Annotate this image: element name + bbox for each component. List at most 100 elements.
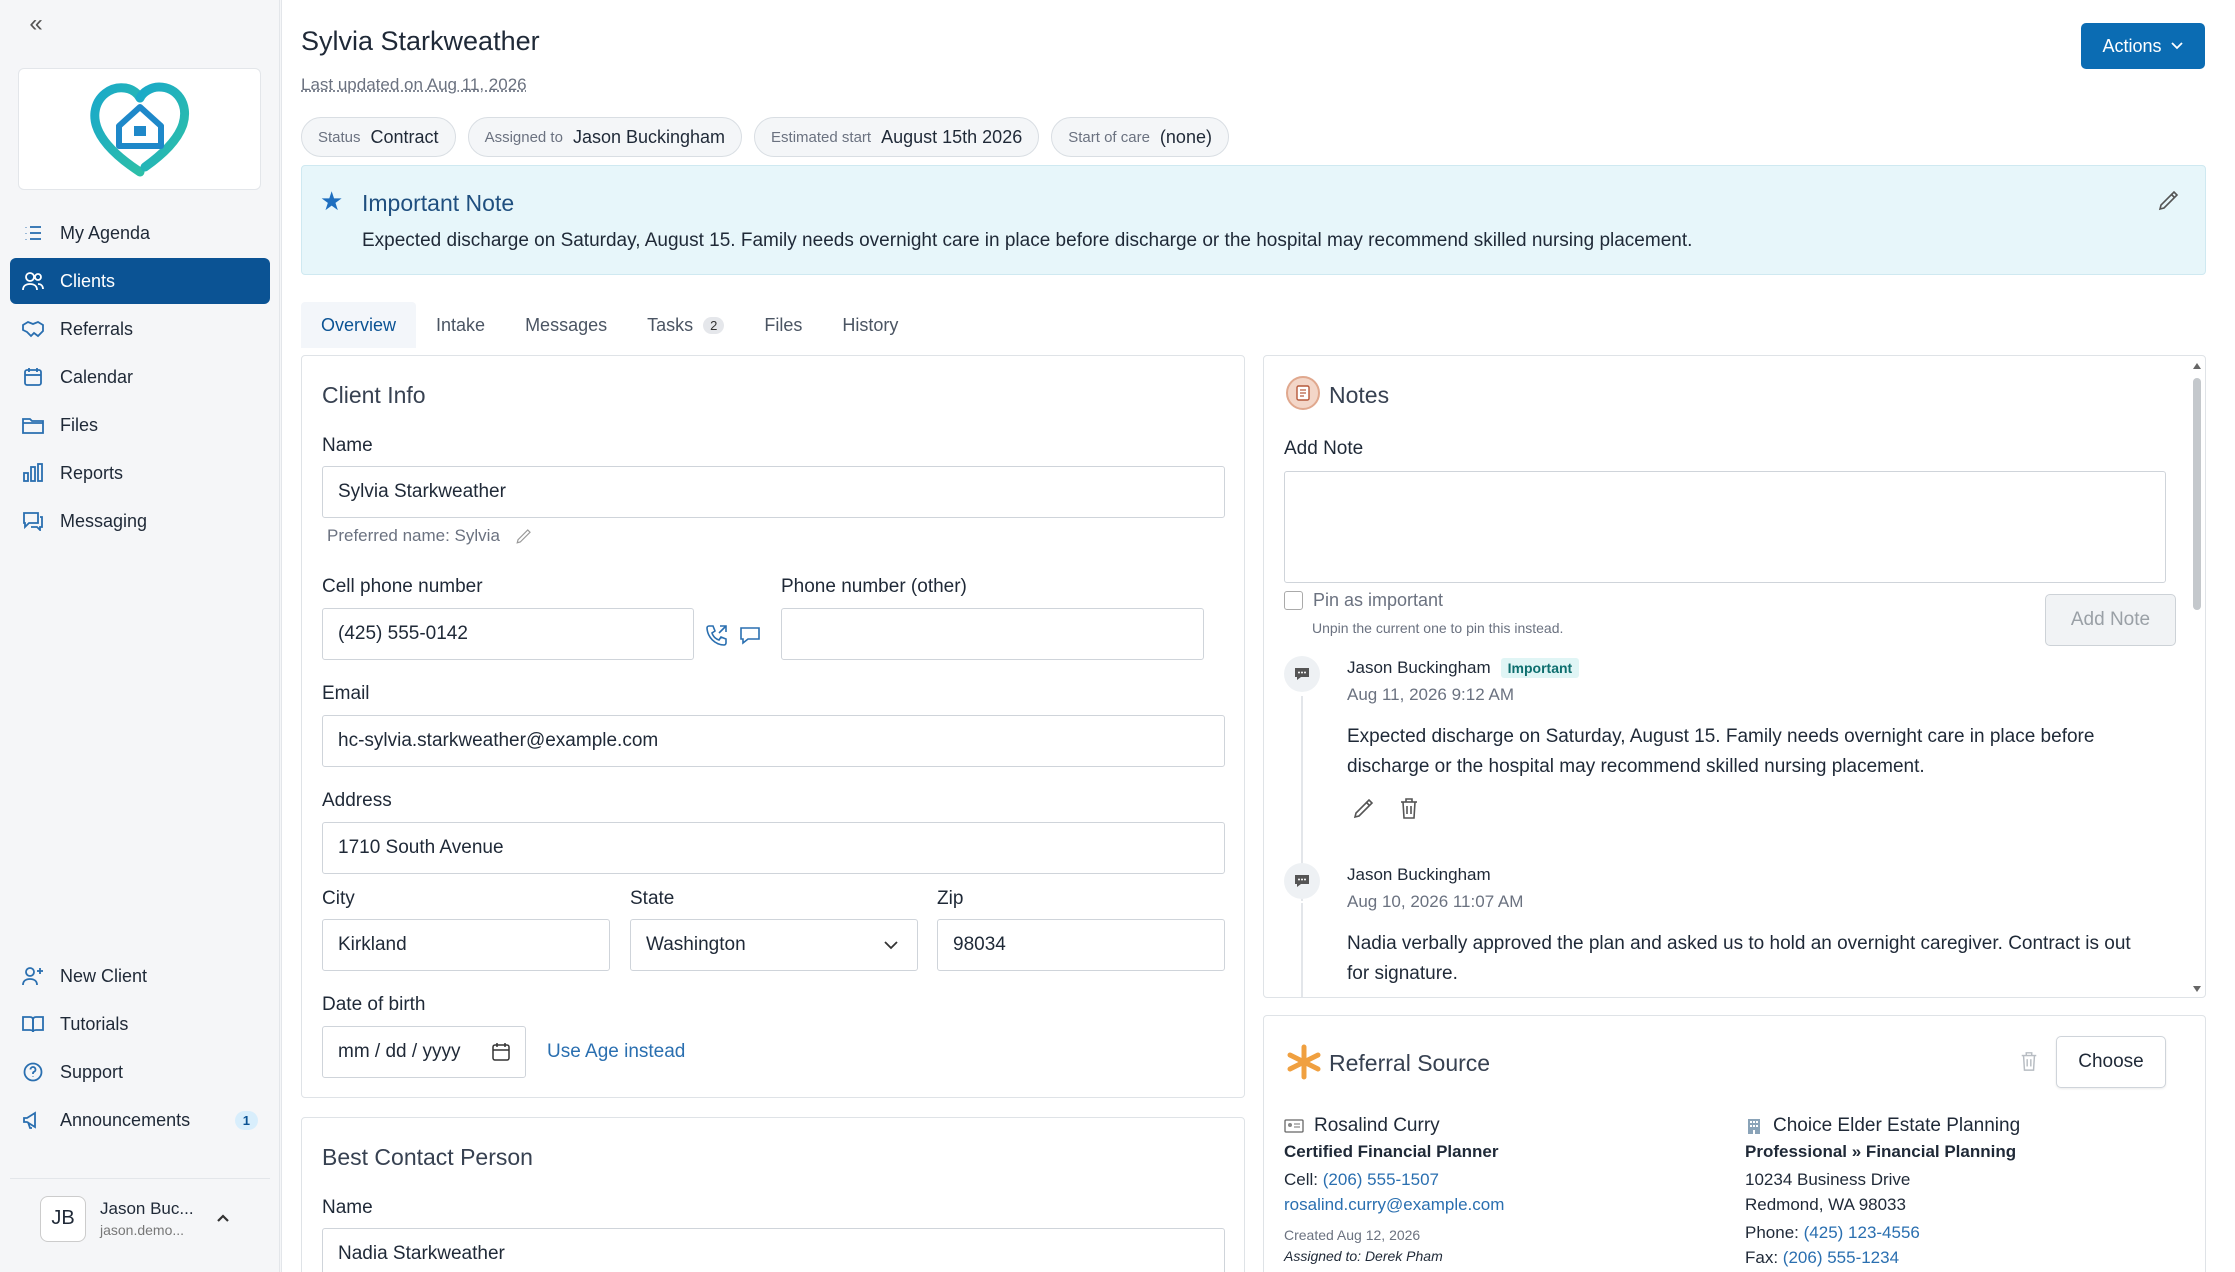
other-phone-input[interactable] [781, 608, 1204, 660]
org-fax-link[interactable]: (206) 555-1234 [1783, 1248, 1899, 1267]
nav-announcements[interactable]: Announcements 1 [10, 1097, 270, 1143]
choose-button[interactable]: Choose [2056, 1036, 2166, 1088]
user-name: Jason Buc... [100, 1199, 194, 1219]
tab-bar: Overview Intake Messages Tasks 2 Files Hi… [301, 302, 918, 348]
tab-tasks[interactable]: Tasks 2 [627, 302, 744, 348]
nav-label: New Client [60, 966, 147, 987]
handshake-icon [20, 316, 46, 342]
collapse-sidebar-icon[interactable]: « [24, 12, 48, 36]
estimated-start-pill[interactable]: Estimated start August 15th 2026 [754, 117, 1039, 157]
edit-pencil-icon[interactable] [1352, 796, 1376, 820]
last-updated: Last updated on Aug 11, 2026 [301, 75, 527, 95]
cell-phone-link[interactable]: (206) 555-1507 [1323, 1170, 1439, 1189]
scroll-down-arrow-icon [2192, 985, 2202, 993]
trash-icon[interactable] [1398, 796, 1420, 820]
actions-label: Actions [2102, 36, 2161, 57]
note-text: Nadia verbally approved the plan and ask… [1347, 929, 2147, 990]
tab-messages[interactable]: Messages [505, 302, 627, 348]
note-date: Aug 11, 2026 9:12 AM [1347, 685, 1514, 705]
page-title: Sylvia Starkweather [301, 26, 540, 57]
note-item: Jason Buckingham Aug 10, 2026 11:07 AM N… [1284, 863, 2164, 998]
assigned-pill[interactable]: Assigned to Jason Buckingham [468, 117, 742, 157]
notes-scrollbar[interactable] [2189, 356, 2205, 998]
star-icon: ★ [320, 186, 343, 217]
text-message-icon[interactable] [738, 623, 762, 647]
nav-label: Support [60, 1062, 123, 1083]
referral-person-name[interactable]: Rosalind Curry [1314, 1112, 1440, 1140]
user-menu[interactable]: JB Jason Buc... jason.demo... [10, 1178, 270, 1258]
edit-pencil-icon[interactable] [2157, 188, 2181, 219]
pin-checkbox[interactable] [1284, 591, 1303, 610]
nav-messaging[interactable]: Messaging [10, 498, 270, 544]
add-note-button[interactable]: Add Note [2045, 594, 2176, 646]
nav-label: Tutorials [60, 1014, 128, 1035]
tab-intake[interactable]: Intake [416, 302, 505, 348]
address-input[interactable]: 1710 South Avenue [322, 822, 1225, 874]
tab-label: Files [764, 315, 802, 336]
nav-files[interactable]: Files [10, 402, 270, 448]
note-author-name: Jason Buckingham [1347, 658, 1491, 677]
start-of-care-pill[interactable]: Start of care (none) [1051, 117, 1229, 157]
status-pill[interactable]: Status Contract [301, 117, 456, 157]
address-line-2: Redmond, WA 98033 [1745, 1193, 2020, 1218]
nav-tutorials[interactable]: Tutorials [10, 1001, 270, 1047]
nav-label: Reports [60, 463, 123, 484]
tab-files[interactable]: Files [744, 302, 822, 348]
notes-card: Notes Add Note Pin as important Unpin th… [1263, 355, 2206, 998]
nav-reports[interactable]: Reports [10, 450, 270, 496]
folder-icon [20, 412, 46, 438]
nav-label: Calendar [60, 367, 133, 388]
email-link[interactable]: rosalind.curry@example.com [1284, 1193, 1504, 1218]
nav-referrals[interactable]: Referrals [10, 306, 270, 352]
calendar-icon[interactable] [491, 1042, 511, 1062]
use-age-link[interactable]: Use Age instead [547, 1041, 685, 1063]
edit-pencil-icon[interactable] [515, 527, 533, 545]
contact-name-input[interactable]: Nadia Starkweather [322, 1228, 1225, 1272]
asterisk-icon [1286, 1044, 1322, 1085]
home-heart-logo-icon [85, 74, 195, 184]
organization-name[interactable]: Choice Elder Estate Planning [1773, 1112, 2020, 1140]
note-author-name: Jason Buckingham [1347, 865, 1491, 884]
nav-clients[interactable]: Clients [10, 258, 270, 304]
org-phone-link[interactable]: (425) 123-4556 [1804, 1223, 1920, 1242]
card-title: Referral Source [1329, 1050, 1490, 1077]
state-label: State [630, 888, 674, 910]
zip-label: Zip [937, 888, 963, 910]
tab-overview[interactable]: Overview [301, 302, 416, 348]
user-plus-icon [20, 963, 46, 989]
cell-phone-input[interactable]: (425) 555-0142 [322, 608, 694, 660]
pill-value: Jason Buckingham [573, 127, 725, 148]
name-input[interactable]: Sylvia Starkweather [322, 466, 1225, 518]
pin-hint: Unpin the current one to pin this instea… [1312, 620, 1563, 636]
nav-label: Files [60, 415, 98, 436]
bar-chart-icon [20, 460, 46, 486]
chevron-down-icon [883, 940, 899, 950]
scroll-thumb[interactable] [2193, 378, 2201, 610]
note-textarea[interactable] [1284, 471, 2166, 583]
trash-icon[interactable] [2019, 1050, 2039, 1078]
chevron-down-icon [2170, 41, 2184, 51]
phone-call-icon[interactable] [705, 623, 729, 647]
email-input[interactable]: hc-sylvia.starkweather@example.com [322, 715, 1225, 767]
best-contact-card: Best Contact Person Name Nadia Starkweat… [301, 1117, 1245, 1272]
nav-my-agenda[interactable]: My Agenda [10, 210, 270, 256]
important-badge: Important [1501, 658, 1580, 678]
actions-button[interactable]: Actions [2081, 23, 2205, 69]
chat-icon [20, 508, 46, 534]
pill-value: August 15th 2026 [881, 127, 1022, 148]
tab-label: Messages [525, 315, 607, 336]
id-card-icon [1284, 1118, 1304, 1134]
tab-history[interactable]: History [822, 302, 918, 348]
nav-new-client[interactable]: New Client [10, 953, 270, 999]
pin-important-row[interactable]: Pin as important [1284, 590, 1443, 611]
zip-input[interactable]: 98034 [937, 919, 1225, 971]
state-select[interactable]: Washington [630, 919, 918, 971]
organization-category: Professional » Financial Planning [1745, 1140, 2020, 1165]
city-input[interactable]: Kirkland [322, 919, 610, 971]
dob-input[interactable]: mm / dd / yyyy [322, 1026, 526, 1078]
referral-organization: Choice Elder Estate Planning Professiona… [1745, 1112, 2020, 1271]
nav-calendar[interactable]: Calendar [10, 354, 270, 400]
nav-support[interactable]: Support [10, 1049, 270, 1095]
main-content: Sylvia Starkweather Last updated on Aug … [281, 0, 2235, 1272]
book-icon [20, 1011, 46, 1037]
